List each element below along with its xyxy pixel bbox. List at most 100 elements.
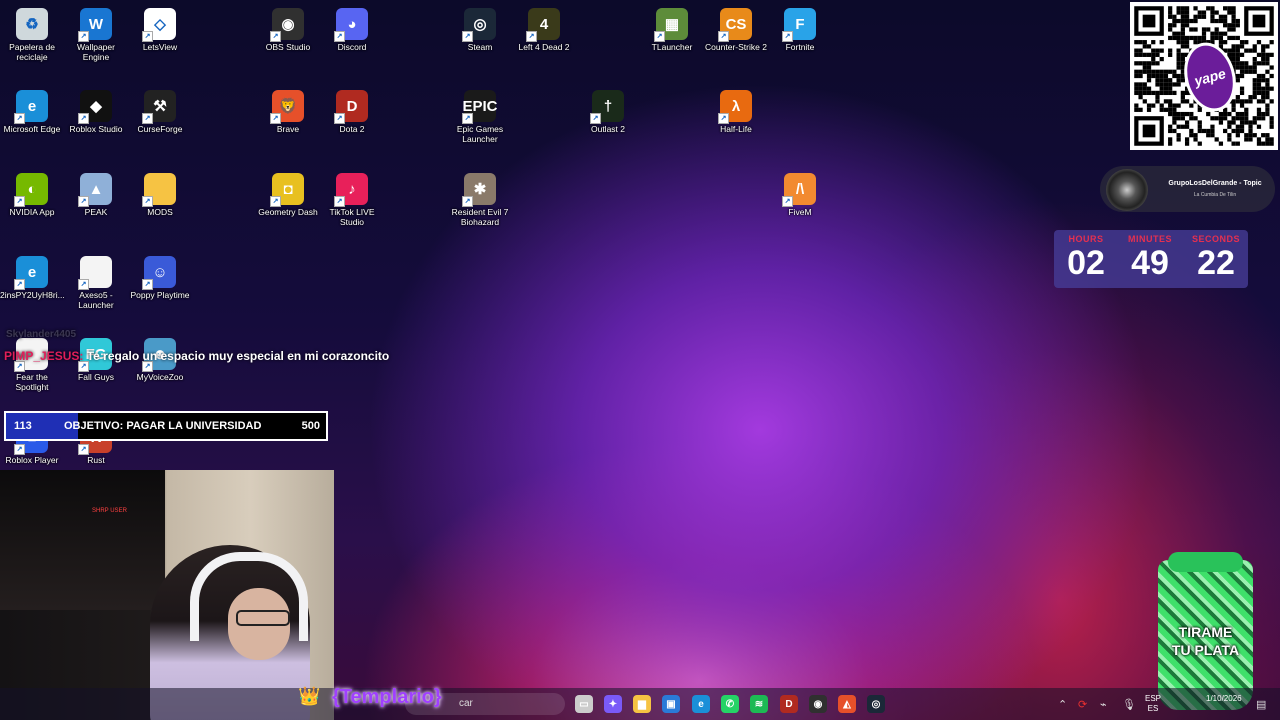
- desktop-icon-label: MyVoiceZoo: [136, 372, 184, 382]
- desktop-icon[interactable]: 4 ↗ Left 4 Dead 2: [512, 4, 576, 52]
- goal-target: 500: [301, 420, 320, 432]
- desktop-icon[interactable]: /\ ↗ FiveM: [768, 169, 832, 217]
- desktop-icon[interactable]: ◐ ↗ NVIDIA App: [0, 169, 64, 217]
- tiktok-live-icon: ♪ ↗: [334, 173, 368, 207]
- tlauncher-icon: ▦ ↗: [654, 8, 688, 42]
- desktop-icon[interactable]: e ↗ Microsoft Edge: [0, 86, 64, 134]
- brave-icon[interactable]: ◭: [838, 695, 856, 713]
- spotify-icon[interactable]: ≋: [750, 695, 768, 713]
- desktop-icon[interactable]: ↗ Fear the Spotlight: [0, 334, 64, 392]
- desktop-icon-label: Dota 2: [339, 124, 365, 134]
- desktop-icon[interactable]: ↗ MODS: [128, 169, 192, 217]
- webcam-neon-sign: SHRP USER: [92, 508, 127, 514]
- desktop-icon[interactable]: † ↗ Outlast 2: [576, 86, 640, 134]
- chat-message: Skylander4405 PIMP_JESUS: Te regalo un e…: [4, 329, 389, 363]
- icon-glyph: /\: [795, 180, 805, 198]
- shortcut-arrow-icon: ↗: [462, 31, 473, 42]
- desktop-icon[interactable]: ◎ ↗ Steam: [448, 4, 512, 52]
- desktop-icon[interactable]: D ↗ Dota 2: [320, 86, 384, 134]
- system-clock[interactable]: 1/10/2026: [1206, 694, 1242, 704]
- desktop-icon-label: Poppy Playtime: [130, 290, 190, 300]
- obs-icon[interactable]: ◉: [809, 695, 827, 713]
- desktop-icon[interactable]: ◘ ↗ Geometry Dash: [256, 169, 320, 217]
- icon-glyph: e: [27, 263, 37, 281]
- icon-glyph: D: [346, 97, 358, 115]
- desktop-icon[interactable]: ◕ ↗ Discord: [320, 4, 384, 52]
- yape-badge-text: yape: [1192, 65, 1228, 89]
- desktop-icon[interactable]: ♪ ↗ TikTok LIVE Studio: [320, 169, 384, 227]
- desktop-icon-label: OBS Studio: [265, 42, 311, 52]
- icon-glyph: ◇: [154, 16, 166, 33]
- shortcut-arrow-icon: ↗: [590, 113, 601, 124]
- network-icon[interactable]: ⌁: [1100, 698, 1107, 711]
- shortcut-arrow-icon: ↗: [462, 113, 473, 124]
- letsview-icon: ◇ ↗: [142, 8, 176, 42]
- timer-seconds: SECONDS 22: [1186, 234, 1246, 282]
- desktop-icon[interactable]: F ↗ Fortnite: [768, 4, 832, 52]
- shortcut-arrow-icon: ↗: [78, 31, 89, 42]
- copilot-icon[interactable]: ✦: [604, 695, 622, 713]
- desktop-icon[interactable]: ▲ ↗ PEAK: [64, 169, 128, 217]
- now-playing-widget: GrupoLosDelGrande - Topic La Cumbia De T…: [1100, 166, 1275, 212]
- desktop-icon[interactable]: ◇ ↗ LetsView: [128, 4, 192, 52]
- desktop-icon-label: Counter-Strike 2: [705, 42, 767, 52]
- desktop-icon[interactable]: e ↗ 2insPY2UyH8ri...: [0, 252, 65, 300]
- desktop-icon[interactable]: 🦁 ↗ Brave: [256, 86, 320, 134]
- steam-icon[interactable]: ◎: [867, 695, 885, 713]
- icon-glyph: ▦: [664, 16, 680, 33]
- folder-icon: ↗: [142, 173, 176, 207]
- desktop-icon-label: LetsView: [142, 42, 178, 52]
- file-explorer-icon[interactable]: ▆: [633, 695, 651, 713]
- shortcut-arrow-icon: ↗: [270, 196, 281, 207]
- desktop-icon[interactable]: ◉ ↗ OBS Studio: [256, 4, 320, 52]
- desktop-icon-label: Outlast 2: [590, 124, 626, 134]
- sync-icon[interactable]: ⟳: [1078, 698, 1087, 711]
- microsoft-store-icon[interactable]: ▣: [662, 695, 680, 713]
- desktop-icon[interactable]: CS ↗ Counter-Strike 2: [704, 4, 768, 52]
- desktop-icon-label: Roblox Player: [5, 455, 59, 465]
- icon-glyph: e: [27, 97, 37, 115]
- icon-glyph: ◐: [27, 180, 37, 198]
- desktop-icon[interactable]: ☺ ↗ Poppy Playtime: [128, 252, 192, 300]
- shortcut-arrow-icon: ↗: [142, 279, 153, 290]
- desktop-icon[interactable]: EPIC ↗ Epic Games Launcher: [448, 86, 512, 144]
- whatsapp-icon[interactable]: ✆: [721, 695, 739, 713]
- now-playing-subtitle: La Cumbia De Tilin: [1193, 192, 1237, 198]
- left4dead2-icon: 4 ↗: [526, 8, 560, 42]
- chevron-up-icon[interactable]: ⌃: [1058, 698, 1067, 711]
- goal-current: 113: [14, 420, 32, 432]
- chat-username: PIMP_JESUS:: [4, 349, 84, 363]
- notifications-icon[interactable]: ▤: [1256, 698, 1266, 711]
- desktop-icon[interactable]: ↗ Axeso5 - Launcher: [64, 252, 128, 310]
- desktop-icon[interactable]: ✱ ↗ Resident Evil 7 Biohazard: [448, 169, 512, 227]
- icon-glyph: ▲: [88, 180, 104, 198]
- task-view-icon[interactable]: ▭: [575, 695, 593, 713]
- tip-cup-text-2: TU PLATA: [1171, 642, 1240, 658]
- clock-date: 1/10/2026: [1206, 694, 1242, 703]
- poppy-playtime-icon: ☺ ↗: [142, 256, 176, 290]
- yape-qr-code: yape: [1130, 2, 1278, 150]
- dota2-icon[interactable]: D: [780, 695, 798, 713]
- timer-minutes-label: MINUTES: [1128, 234, 1172, 244]
- desktop-icon-label: Microsoft Edge: [3, 124, 61, 134]
- desktop-icon[interactable]: ◆ ↗ Roblox Studio: [64, 86, 128, 134]
- shortcut-arrow-icon: ↗: [142, 31, 153, 42]
- desktop-icon-label: Geometry Dash: [258, 207, 318, 217]
- goal-label: OBJETIVO: PAGAR LA UNIVERSIDAD: [64, 420, 262, 432]
- roblox-studio-icon: ◆ ↗: [78, 90, 112, 124]
- desktop-icon[interactable]: W ↗ Wallpaper Engine: [64, 4, 128, 62]
- search-input[interactable]: car: [459, 698, 473, 709]
- desktop-icon[interactable]: ♻ Papelera de reciclaje: [0, 4, 64, 62]
- geometry-dash-icon: ◘ ↗: [270, 173, 304, 207]
- microphone-icon[interactable]: 🎙: [1122, 698, 1136, 711]
- webcam-feed: SHRP USER: [0, 470, 334, 720]
- edge-icon[interactable]: e: [692, 695, 710, 713]
- desktop-icon[interactable]: ▦ ↗ TLauncher: [640, 4, 704, 52]
- outlast2-icon: † ↗: [590, 90, 624, 124]
- icon-glyph: 4: [539, 15, 549, 33]
- desktop-icon-label: Fortnite: [785, 42, 815, 52]
- language-indicator[interactable]: ESP ES: [1145, 694, 1161, 714]
- desktop-icon[interactable]: ⚒ ↗ CurseForge: [128, 86, 192, 134]
- tip-cup-lid: [1168, 552, 1243, 572]
- desktop-icon[interactable]: λ ↗ Half-Life: [704, 86, 768, 134]
